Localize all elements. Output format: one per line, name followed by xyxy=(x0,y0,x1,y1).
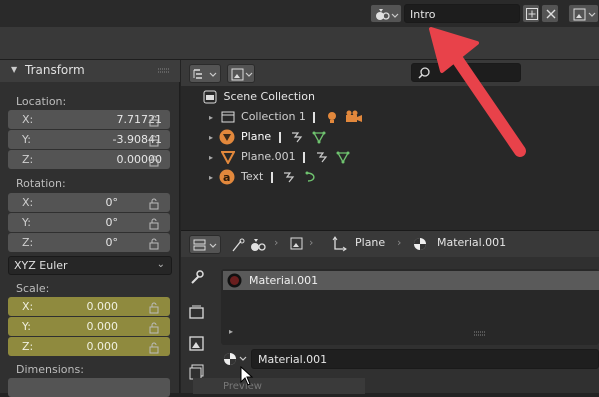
properties-icon xyxy=(193,239,217,251)
lock-icon[interactable] xyxy=(148,322,160,334)
render-icon xyxy=(189,305,204,319)
outliner-item-collection[interactable]: ▸ Collection 1 xyxy=(209,108,363,126)
scale-z-field[interactable]: Z: 0.000 xyxy=(8,337,170,356)
preview-panel-header[interactable]: Preview xyxy=(193,378,365,394)
collapse-triangle-icon: ▼ xyxy=(11,65,18,74)
modifier-icon[interactable] xyxy=(290,130,304,144)
outliner-item-text[interactable]: ▸ a Text xyxy=(209,168,318,186)
scale-x-field[interactable]: X: 0.000 xyxy=(8,297,170,316)
delete-scene-button[interactable] xyxy=(541,4,559,23)
light-icon[interactable] xyxy=(325,110,339,124)
tab-output[interactable] xyxy=(181,329,211,359)
transform-panel-header[interactable]: ▼ Transform xyxy=(0,60,180,82)
outliner-item-plane-001[interactable]: ▸ Plane.001 xyxy=(209,148,350,166)
rotation-z-field[interactable]: Z: 0° xyxy=(8,233,170,252)
location-y-field[interactable]: Y: -3.90841 xyxy=(8,130,170,149)
editor-type-button[interactable] xyxy=(189,64,221,83)
rotation-mode-dropdown[interactable]: XYZ Euler ⌄ xyxy=(8,256,172,275)
material-name-field[interactable]: Material.001 xyxy=(251,349,599,369)
expand-triangle-icon[interactable]: ▸ xyxy=(229,327,233,336)
drag-handle-icon[interactable] xyxy=(158,68,170,74)
image-icon xyxy=(573,8,596,21)
curve-data-icon[interactable] xyxy=(304,170,318,184)
add-icon xyxy=(526,8,538,20)
tab-render[interactable] xyxy=(181,297,211,327)
rotation-x-field[interactable]: X: 0° xyxy=(8,193,170,212)
scene-collection-item[interactable]: Scene Collection xyxy=(203,88,315,106)
chevron-down-icon: ⌄ xyxy=(156,259,165,270)
lock-icon[interactable] xyxy=(148,198,160,210)
rotation-y-field[interactable]: Y: 0° xyxy=(8,213,170,232)
material-editor-header: › › Plane › Material.001 xyxy=(181,231,599,257)
tab-tool[interactable] xyxy=(181,263,211,293)
mesh-data-icon[interactable] xyxy=(312,130,326,144)
expand-triangle-icon: ▸ xyxy=(209,173,214,182)
dimensions-x-field[interactable] xyxy=(8,378,170,397)
outliner-icon xyxy=(193,69,217,79)
editor-type-button[interactable] xyxy=(189,235,221,254)
dimensions-label: Dimensions: xyxy=(16,363,84,376)
annotation-arrow xyxy=(429,27,526,157)
image-icon xyxy=(231,68,253,81)
text-object-icon: a xyxy=(219,169,235,185)
outliner-item-plane[interactable]: ▸ Plane xyxy=(209,128,326,146)
new-scene-button[interactable] xyxy=(522,4,540,23)
material-icon xyxy=(414,238,426,250)
lock-icon[interactable] xyxy=(148,238,160,250)
lock-icon[interactable] xyxy=(148,155,160,167)
scene-collection-icon xyxy=(203,90,217,104)
svg-text:a: a xyxy=(223,171,230,184)
mesh-object-icon xyxy=(219,129,235,145)
outliner-panel: Scene Collection ▸ Collection 1 ▸ Plane … xyxy=(181,60,599,230)
image-icon xyxy=(189,336,204,351)
scene-name-field[interactable]: Intro xyxy=(404,4,520,23)
scene-icon xyxy=(376,9,399,20)
material-slot-list[interactable]: Material.001 ▸ xyxy=(221,269,599,345)
pin-scene-icon[interactable] xyxy=(231,237,271,253)
lock-icon[interactable] xyxy=(148,115,160,127)
view-layer-button[interactable] xyxy=(568,4,599,23)
modifier-icon[interactable] xyxy=(315,150,329,164)
expand-triangle-icon: ▸ xyxy=(209,153,214,162)
panel-title: Transform xyxy=(25,63,85,77)
object-axes-icon xyxy=(332,236,347,252)
material-icon xyxy=(224,353,247,365)
scene-selector-button[interactable] xyxy=(370,4,402,23)
mesh-data-icon[interactable] xyxy=(336,150,350,164)
wrench-icon xyxy=(191,270,204,284)
lock-icon[interactable] xyxy=(148,342,160,354)
breadcrumb-object: Plane xyxy=(355,236,386,249)
lock-icon[interactable] xyxy=(148,218,160,230)
transform-panel: ▼ Transform Location: X: 7.71721 Y: -3.908… xyxy=(0,60,180,397)
breadcrumb-material: Material.001 xyxy=(437,236,507,249)
scale-y-field[interactable]: Y: 0.000 xyxy=(8,317,170,336)
image-icon xyxy=(290,237,303,250)
display-mode-button[interactable] xyxy=(227,64,255,83)
location-x-field[interactable]: X: 7.71721 xyxy=(8,110,170,129)
top-bar: Intro xyxy=(0,0,599,27)
lock-icon[interactable] xyxy=(148,135,160,147)
mouse-cursor-icon xyxy=(240,366,254,386)
location-label: Location: xyxy=(16,95,67,108)
modifier-icon[interactable] xyxy=(282,170,296,184)
expand-triangle-icon: ▸ xyxy=(209,113,214,122)
expand-triangle-icon: ▸ xyxy=(209,133,214,142)
close-icon xyxy=(546,9,556,19)
scale-label: Scale: xyxy=(16,282,50,295)
collection-icon xyxy=(221,111,235,123)
location-z-field[interactable]: Z: 0.00000 xyxy=(8,150,170,169)
rotation-label: Rotation: xyxy=(16,177,66,190)
camera-icon[interactable] xyxy=(345,110,363,124)
material-slot-item[interactable]: Material.001 xyxy=(223,271,599,290)
lock-icon[interactable] xyxy=(148,302,160,314)
resize-handle-icon[interactable] xyxy=(474,331,486,337)
mesh-object-icon xyxy=(219,151,236,166)
material-preview-icon xyxy=(227,273,242,288)
outliner-header xyxy=(181,60,599,86)
